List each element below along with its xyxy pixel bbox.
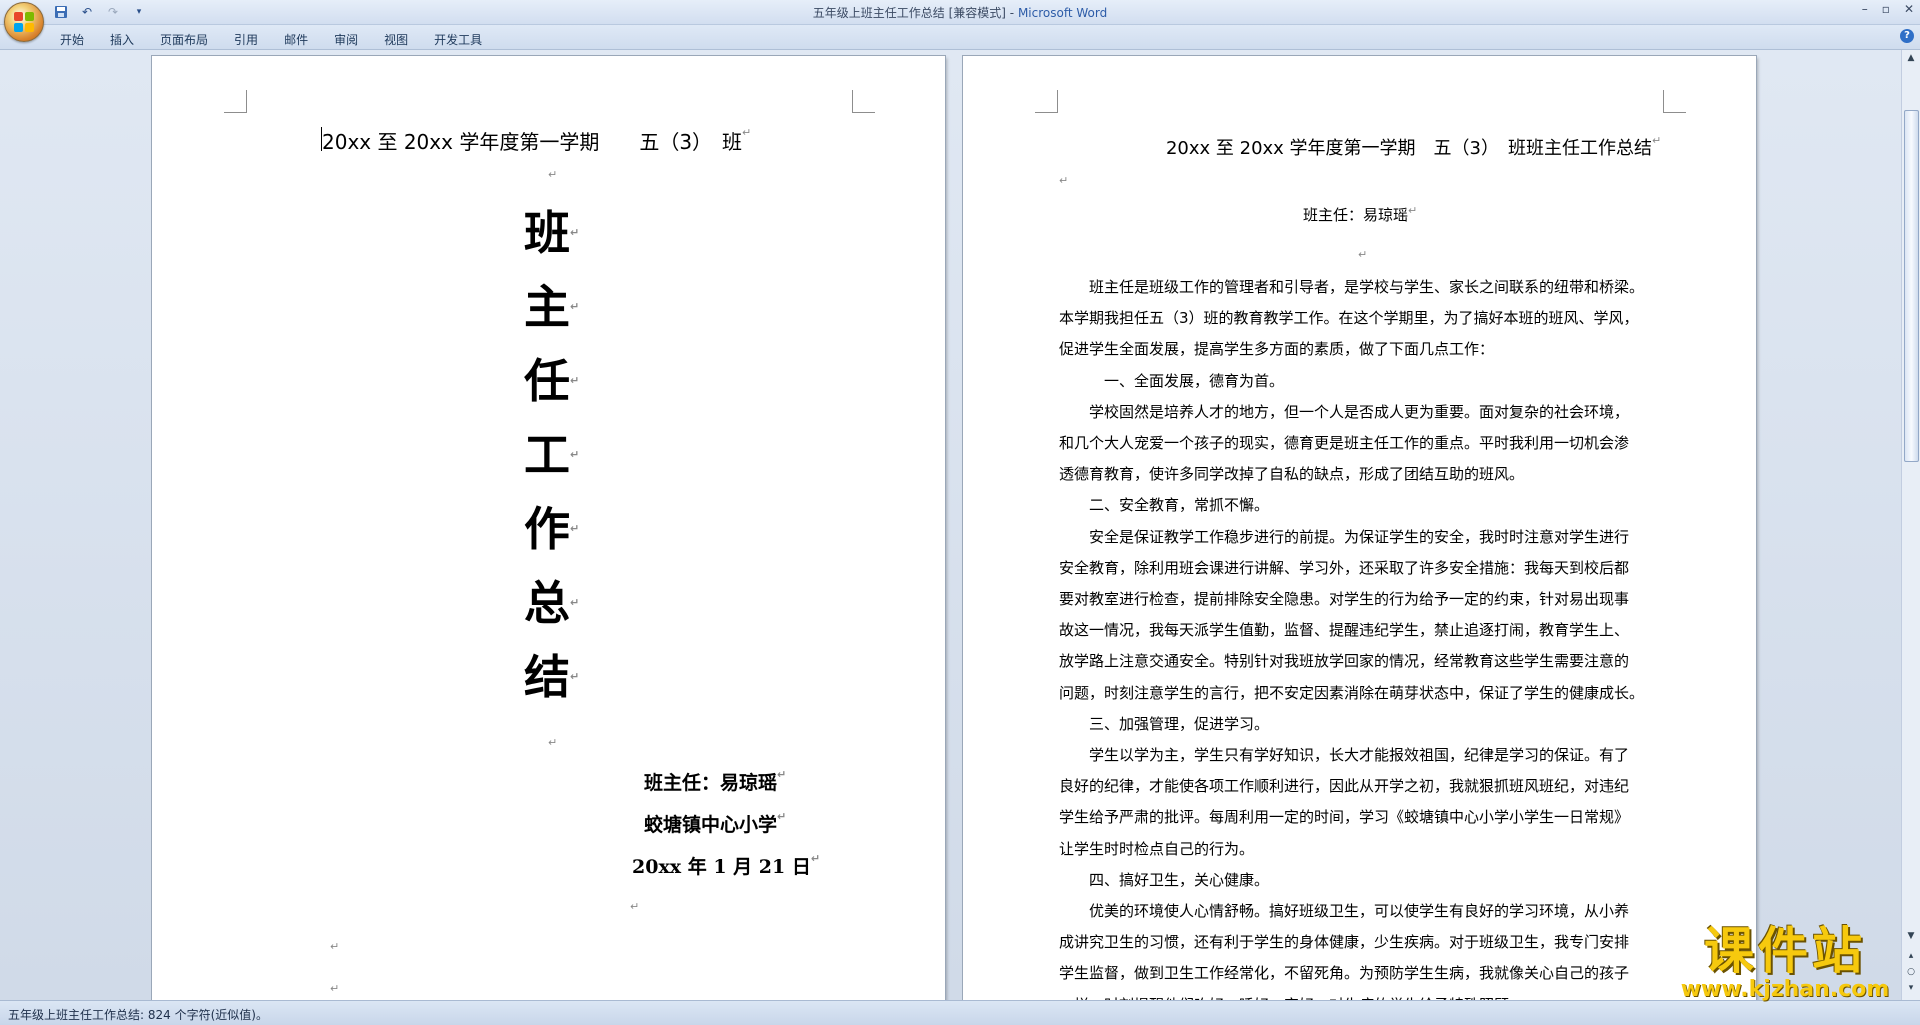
crop-mark [1035,90,1058,113]
vertical-scrollbar[interactable]: ▲ ▼ ▴ ○ ▾ [1901,50,1920,1001]
crop-mark [224,90,247,113]
minimize-icon[interactable]: – [1862,2,1868,16]
body-line: 和几个大人宠爱一个孩子的现实，德育更是班主任工作的重点。平时我利用一切机会渗 [1059,434,1630,452]
next-page-icon[interactable]: ▾ [1905,982,1917,994]
status-bar: 五年级上班主任工作总结: 824 个字符(近似值)。 [0,1000,1920,1025]
cover-header: 20xx 至 20xx 学年度第一学期 五（3） 班 ↵ [322,126,752,154]
tab-developer[interactable]: 开发工具 [426,29,496,50]
body-line: 故这一情况，我每天派学生值勤，监督、提醒违纪学生，禁止追逐打闹，教育学生上、 [1059,621,1630,640]
body-line: 要对教室进行检查，提前排除安全隐患。对学生的行为给予一定的约束，针对易出现事 [1059,590,1630,608]
tab-page-layout[interactable]: 页面布局 [152,29,222,50]
watermark-url: www.kjzhan.com [1680,977,1890,1002]
title-char: 任 ↵ [524,354,580,408]
watermark-logo: 课件站 www.kjzhan.com [1672,923,1898,1003]
body-line: 本学期我担任五（3）班的教育教学工作。在这个学期里，为了搞好本班的班风、学风， [1059,309,1639,328]
cover-school: 蛟塘镇中心小学 ↵ [644,810,787,836]
watermark-title: 课件站 [1704,922,1866,980]
paragraph-mark: ↵ [1358,248,1368,261]
title-separator: - [1005,6,1018,20]
body-line: 让学生时时检点自己的行为。 [1059,839,1255,858]
office-logo-icon [14,12,34,32]
paragraph-mark: ↵ [548,168,558,181]
previous-page-icon[interactable]: ▴ [1905,950,1917,962]
paragraph-mark: ↵ [1059,174,1069,187]
body-line: 学生以学为主，学生只有学好知识，长大才能报效祖国，纪律是学习的保证。有了 [1059,746,1630,764]
body-line: 促进学生全面发展，提高学生多方面的素质，做了下面几点工作： [1059,340,1495,359]
window-title: 五年级上班主任工作总结 [兼容模式] - Microsoft Word [0,4,1920,21]
body-line: 四、搞好卫生，关心健康。 [1059,870,1270,889]
body-line: 问题，时刻注意学生的言行，把不安定因素消除在萌芽状态中，保证了学生的健康成长。 [1059,683,1645,702]
body-line: 学生监督，做到卫生工作经常化，不留死角。为预防学生生病，我就像关心自己的孩子 [1059,964,1630,983]
scroll-up-icon[interactable]: ▲ [1905,52,1917,64]
body-line: 安全教育，除利用班会课进行讲解、学习外，还采取了许多安全措施：我每天到校后都 [1059,558,1630,577]
crop-mark [1663,90,1686,113]
scroll-down-icon[interactable]: ▼ [1905,930,1917,942]
body-line: 学校固然是培养人才的地方，但一个人是否成人更为重要。面对复杂的社会环境， [1059,402,1630,421]
body-header: 20xx 至 20xx 学年度第一学期 五（3） 班班主任工作总结 ↵ [1165,134,1662,159]
app-name: Microsoft Word [1017,6,1108,20]
title-char: 作 ↵ [524,502,580,556]
tab-view[interactable]: 视图 [376,29,422,50]
tab-mailings[interactable]: 邮件 [276,29,322,50]
body-line: 一、全面发展，德育为首。 [1059,371,1285,390]
office-button[interactable] [4,2,44,42]
body-line: 优美的环境使人心情舒畅。搞好班级卫生，可以使学生有良好的学习环境，从小养 [1059,902,1630,920]
paragraph-mark: ↵ [630,900,640,913]
tab-references[interactable]: 引用 [226,29,272,50]
cover-header-text: 20xx 至 20xx 学年度第一学期 五（3） 班 [322,130,743,154]
body-line: 学生给予严肃的批评。每周利用一定的时间，学习《蛟塘镇中心小学小学生一日常规》 [1059,808,1630,827]
close-icon[interactable]: ✕ [1904,2,1914,16]
title-char: 结 ↵ [524,650,580,704]
tab-home[interactable]: 开始 [52,29,98,50]
title-char: 班 ↵ [524,206,580,260]
body-line: 放学路上注意交通安全。特别针对我班放学回家的情况，经常教育这些学生需要注意的 [1059,652,1630,671]
ribbon-tabs: 开始 插入 页面布局 引用 邮件 审阅 视图 开发工具 [52,29,500,50]
document-name: 五年级上班主任工作总结 [兼容模式] [812,6,1006,20]
cover-date: 20xx 年 1 月 21 日 ↵ [632,852,821,878]
maximize-icon[interactable]: ▫ [1882,2,1890,16]
title-char: 总 ↵ [524,576,580,630]
paragraph-mark: ↵ [330,940,340,953]
body-line: 成讲究卫生的习惯，还有利于学生的身体健康，少生疾病。对于班级卫生，我专门安排 [1059,933,1630,952]
scroll-thumb[interactable] [1904,110,1919,462]
page-body[interactable]: 20xx 至 20xx 学年度第一学期 五（3） 班班主任工作总结 ↵ ↵ 班主任… [963,56,1756,1001]
tab-review[interactable]: 审阅 [326,29,372,50]
tab-insert[interactable]: 插入 [102,29,148,50]
cover-teacher: 班主任：易琼瑶 ↵ [644,768,787,794]
browse-object-icon[interactable]: ○ [1905,966,1917,978]
paragraph-mark: ↵ [548,736,558,749]
body-line: 安全是保证教学工作稳步进行的前提。为保证学生的安全，我时时注意对学生进行 [1059,527,1630,546]
body-teacher: 班主任：易琼瑶 ↵ [1303,204,1418,224]
body-line: 三、加强管理，促进学习。 [1059,714,1270,733]
body-line: 良好的纪律，才能使各项工作顺利进行，因此从开学之初，我就狠抓班风班纪，对违纪 [1059,777,1630,796]
body-line: 二、安全教育，常抓不懈。 [1059,496,1270,515]
page-cover[interactable]: 20xx 至 20xx 学年度第一学期 五（3） 班 ↵ ↵ 班 ↵ 主 ↵ 任 ↵ 工… [152,56,945,1001]
help-icon[interactable]: ? [1900,29,1914,43]
cover-title-vertical: 班 ↵ 主 ↵ 任 ↵ 工 ↵ 作 ↵ 总 ↵ 结 ↵ [524,196,584,714]
title-char: 主 ↵ [524,280,580,334]
paragraph-mark: ↵ [330,982,340,995]
document-workspace[interactable]: 20xx 至 20xx 学年度第一学期 五（3） 班 ↵ ↵ 班 ↵ 主 ↵ 任 ↵ 工… [0,50,1902,1001]
crop-mark [852,90,875,113]
window-controls: – ▫ ✕ [1862,2,1914,16]
ribbon: 开始 插入 页面布局 引用 邮件 审阅 视图 开发工具 ? [0,25,1920,50]
status-text: 五年级上班主任工作总结: 824 个字符(近似值)。 [8,1008,268,1022]
body-line: 班主任是班级工作的管理者和引导者，是学校与学生、家长之间联系的纽带和桥梁。 [1059,278,1645,296]
title-char: 工 ↵ [524,428,580,482]
body-line: 透德育教育，使许多同学改掉了自私的缺点，形成了团结互助的班风。 [1059,465,1525,484]
title-bar: ↶ ↷ ▾ 五年级上班主任工作总结 [兼容模式] - Microsoft Wor… [0,0,1920,25]
